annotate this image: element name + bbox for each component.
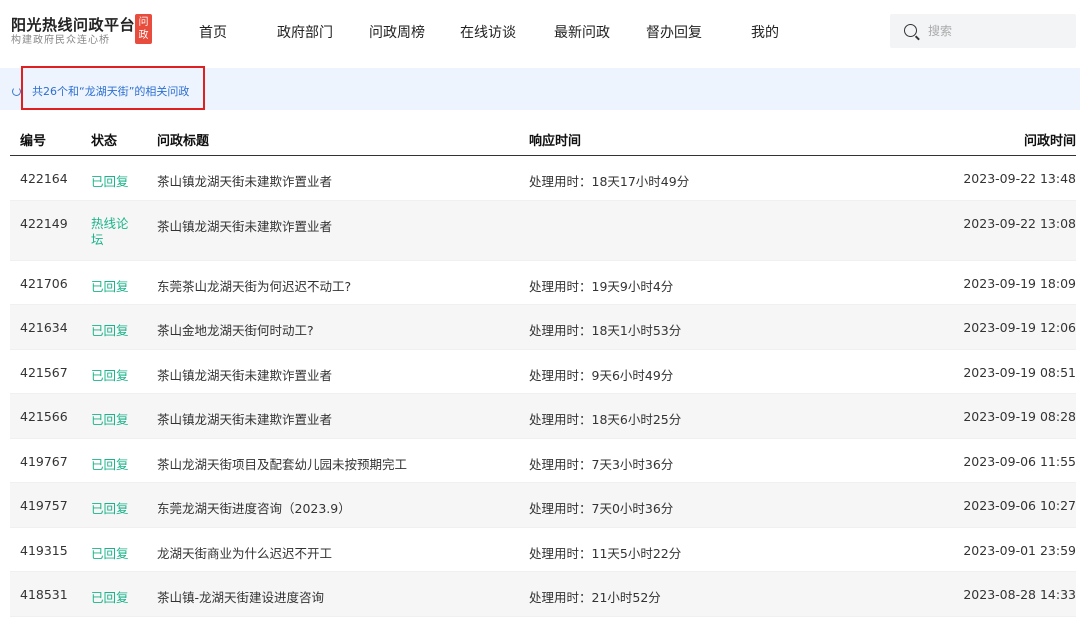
header-date: 问政时间 xyxy=(1023,134,1076,149)
row-date: 2023-09-06 10:27 xyxy=(963,498,1076,513)
row-title-link[interactable]: 茶山镇龙湖天街未建欺诈置业者 xyxy=(157,365,332,384)
table-row[interactable]: 421634 已回复 茶山金地龙湖天街何时动工? 处理用时：18天1小时53分 … xyxy=(10,305,1076,350)
row-response-time: 处理用时：19天9小时4分 xyxy=(529,278,674,294)
nav-home[interactable]: 首页 xyxy=(199,22,227,42)
logo-title: 阳光热线问政平台 xyxy=(11,16,136,34)
nav-weekly-ranking[interactable]: 问政周榜 xyxy=(369,22,425,42)
row-response-time: 处理用时：18天17小时49分 xyxy=(529,174,690,189)
nav-latest[interactable]: 最新问政 xyxy=(554,22,610,42)
site-logo[interactable]: 阳光热线问政平台 构建政府民众连心桥 问政 xyxy=(11,14,152,47)
row-title-link[interactable]: 茶山金地龙湖天街何时动工? xyxy=(157,320,314,339)
row-response-time: 处理用时：9天6小时49分 xyxy=(529,367,674,383)
row-status: 热线论坛 xyxy=(91,215,129,247)
table-header: 编号 状态 问政标题 响应时间 问政时间 xyxy=(10,118,1076,156)
table-row[interactable]: 422149 热线论坛 茶山镇龙湖天街未建欺诈置业者 2023-09-22 13… xyxy=(10,200,1076,261)
row-status: 已回复 xyxy=(91,412,129,427)
logo-badge: 问政 xyxy=(135,14,152,44)
search-input[interactable] xyxy=(928,21,1068,41)
nav-online-interview[interactable]: 在线访谈 xyxy=(460,22,516,42)
row-date: 2023-09-06 11:55 xyxy=(963,453,1076,469)
row-id: 422164 xyxy=(20,171,68,186)
row-status: 已回复 xyxy=(91,590,129,605)
row-response-time: 处理用时：7天3小时36分 xyxy=(529,456,674,472)
row-date: 2023-09-22 13:08 xyxy=(963,215,1076,231)
results-table: 编号 状态 问政标题 响应时间 问政时间 422164 已回复 茶山镇龙湖天街未… xyxy=(10,118,1076,617)
row-id: 419757 xyxy=(20,498,68,513)
row-response-time: 处理用时：18天6小时25分 xyxy=(529,412,682,427)
search-icon[interactable] xyxy=(904,24,917,37)
search-box[interactable] xyxy=(890,14,1076,48)
nav-departments[interactable]: 政府部门 xyxy=(277,22,333,42)
table-row[interactable]: 419757 已回复 东莞龙湖天街进度咨询（2023.9） 处理用时：7天0小时… xyxy=(10,483,1076,528)
row-id: 421567 xyxy=(20,364,68,380)
row-title-link[interactable]: 茶山龙湖天街项目及配套幼儿园未按预期完工 xyxy=(157,454,407,473)
table-row[interactable]: 418531 已回复 茶山镇-龙湖天街建设进度咨询 处理用时：21小时52分 2… xyxy=(10,572,1076,617)
highlight-annotation xyxy=(21,66,205,110)
row-id: 418531 xyxy=(20,587,68,602)
nav-supervision-reply[interactable]: 督办回复 xyxy=(646,22,702,42)
row-date: 2023-09-22 13:48 xyxy=(963,171,1076,186)
row-status: 已回复 xyxy=(91,174,129,189)
row-status: 已回复 xyxy=(91,501,129,516)
loading-icon xyxy=(12,87,21,96)
header-title: 问政标题 xyxy=(157,134,210,149)
table-row[interactable]: 421706 已回复 东莞茶山龙湖天街为何迟迟不动工? 处理用时：19天9小时4… xyxy=(10,261,1076,305)
logo-subtitle: 构建政府民众连心桥 xyxy=(11,35,110,46)
row-id: 419315 xyxy=(20,542,68,558)
row-response-time: 处理用时：21小时52分 xyxy=(529,590,661,605)
header-status: 状态 xyxy=(91,134,118,149)
row-status: 已回复 xyxy=(91,323,129,338)
table-row[interactable]: 419315 已回复 龙湖天街商业为什么迟迟不开工 处理用时：11天5小时22分… xyxy=(10,528,1076,572)
row-id: 421706 xyxy=(20,275,68,291)
row-date: 2023-09-01 23:59 xyxy=(963,542,1076,558)
row-id: 422149 xyxy=(20,215,68,231)
row-title-link[interactable]: 东莞茶山龙湖天街为何迟迟不动工? xyxy=(157,276,351,295)
row-id: 421566 xyxy=(20,409,68,424)
row-title-link[interactable]: 龙湖天街商业为什么迟迟不开工 xyxy=(157,543,332,562)
row-title-link[interactable]: 茶山镇-龙湖天街建设进度咨询 xyxy=(157,587,324,606)
row-date: 2023-09-19 08:28 xyxy=(963,409,1076,424)
row-date: 2023-09-19 08:51 xyxy=(963,364,1076,380)
table-row[interactable]: 421566 已回复 茶山镇龙湖天街未建欺诈置业者 处理用时：18天6小时25分… xyxy=(10,394,1076,439)
row-response-time: 处理用时：7天0小时36分 xyxy=(529,501,674,516)
table-row[interactable]: 419767 已回复 茶山龙湖天街项目及配套幼儿园未按预期完工 处理用时：7天3… xyxy=(10,439,1076,483)
row-title-link[interactable]: 茶山镇龙湖天街未建欺诈置业者 xyxy=(157,171,332,190)
row-date: 2023-08-28 14:33 xyxy=(963,587,1076,602)
table-row[interactable]: 422164 已回复 茶山镇龙湖天街未建欺诈置业者 处理用时：18天17小时49… xyxy=(10,156,1076,201)
row-status: 已回复 xyxy=(91,456,129,472)
header: 阳光热线问政平台 构建政府民众连心桥 问政 首页 政府部门 问政周榜 在线访谈 … xyxy=(0,0,1080,68)
row-response-time: 处理用时：11天5小时22分 xyxy=(529,545,682,561)
table-row[interactable]: 421567 已回复 茶山镇龙湖天街未建欺诈置业者 处理用时：9天6小时49分 … xyxy=(10,350,1076,394)
row-status: 已回复 xyxy=(91,545,129,561)
header-response-time: 响应时间 xyxy=(529,134,582,149)
row-status: 已回复 xyxy=(91,367,129,383)
row-status: 已回复 xyxy=(91,278,129,294)
header-id: 编号 xyxy=(20,134,47,149)
row-id: 419767 xyxy=(20,453,68,469)
nav-mine[interactable]: 我的 xyxy=(751,22,779,42)
row-id: 421634 xyxy=(20,320,68,335)
row-title-link[interactable]: 茶山镇龙湖天街未建欺诈置业者 xyxy=(157,409,332,428)
row-title-link[interactable]: 茶山镇龙湖天街未建欺诈置业者 xyxy=(157,216,332,235)
row-response-time: 处理用时：18天1小时53分 xyxy=(529,323,682,338)
row-date: 2023-09-19 18:09 xyxy=(963,275,1076,291)
row-date: 2023-09-19 12:06 xyxy=(963,320,1076,335)
row-title-link[interactable]: 东莞龙湖天街进度咨询（2023.9） xyxy=(157,498,351,517)
